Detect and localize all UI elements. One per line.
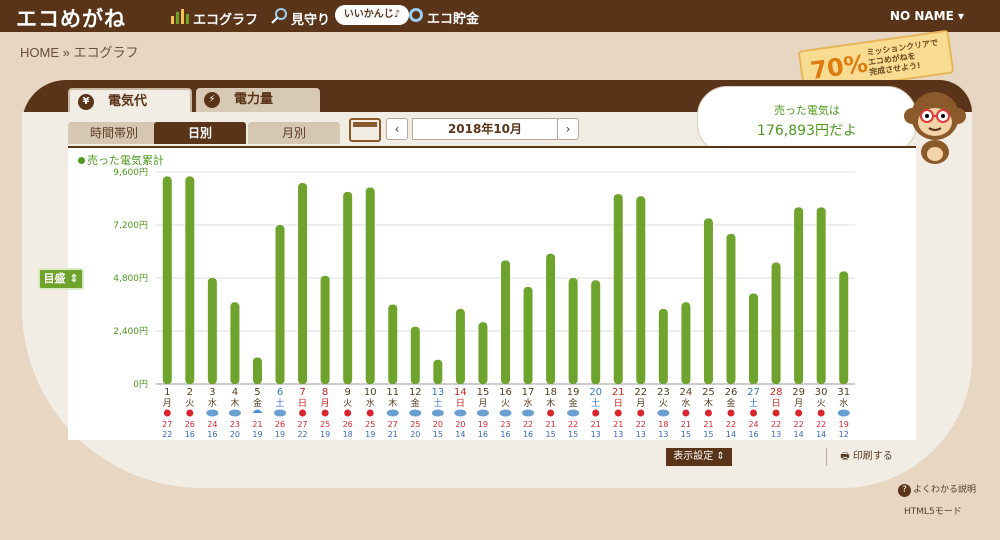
nav-eco-graph[interactable]: エコグラフ <box>170 7 258 29</box>
chart-legend: 売った電気累計 <box>78 152 164 168</box>
help-link[interactable]: ? よくわかる説明 <box>898 482 976 497</box>
tab-electricity-amount[interactable]: ⚡ 電力量 <box>196 88 320 112</box>
printer-icon: 🖶 <box>840 451 853 462</box>
app-logo[interactable]: エコめがね <box>16 3 126 33</box>
scale-button[interactable]: 目盛 ⇕ <box>38 268 84 290</box>
tab-label: 電力量 <box>234 92 274 107</box>
next-month-button[interactable]: › <box>557 118 579 140</box>
bar-chart-icon <box>170 7 190 29</box>
status-pill: いいかんじ♪ <box>335 5 409 25</box>
mission-message: ミッションクリアで エコめがねを 完成させよう! <box>866 38 941 78</box>
subtab-daily[interactable]: 日別 <box>154 122 246 144</box>
legend-dot <box>78 157 85 164</box>
lightning-icon: ⚡ <box>204 91 220 108</box>
nav-label: 見守り <box>291 12 331 28</box>
balloon-total: 176,893円だよ <box>757 123 857 139</box>
tab-label: 電気代 <box>108 94 148 109</box>
legend-label: 売った電気累計 <box>87 154 164 167</box>
subtab-monthly[interactable]: 月別 <box>248 122 340 144</box>
nav-watch[interactable]: 見守り <box>270 7 330 29</box>
html5-mode-link[interactable]: HTML5モード <box>904 504 962 517</box>
chart-area <box>68 146 916 440</box>
display-settings-button[interactable]: 表示設定 ⇕ <box>666 448 732 466</box>
question-icon: ? <box>898 484 911 497</box>
coin-icon <box>408 7 424 27</box>
subtab-hourly[interactable]: 時間帯別 <box>68 122 160 144</box>
yen-icon: ¥ <box>78 93 94 110</box>
prev-month-button[interactable]: ‹ <box>386 118 408 140</box>
print-label: 印刷する <box>852 451 893 462</box>
balloon-line1: 売った電気は <box>774 104 840 117</box>
speech-balloon: 売った電気は 176,893円だよ <box>697 86 917 154</box>
nav-label: エコグラフ <box>193 12 259 28</box>
month-label: 2018年10月 <box>412 118 558 140</box>
breadcrumb[interactable]: HOME » エコグラフ <box>20 42 138 61</box>
top-bar: エコめがね エコグラフ 見守り いいかんじ♪ エコ貯金 NO NAME ▾ <box>0 0 1000 32</box>
nav-eco-savings[interactable]: エコ貯金 <box>408 7 479 27</box>
calendar-icon[interactable] <box>349 118 381 142</box>
print-button[interactable]: 🖶 印刷する <box>826 448 906 466</box>
help-label: よくわかる説明 <box>913 485 977 495</box>
nav-label: エコ貯金 <box>427 11 480 27</box>
user-menu[interactable]: NO NAME ▾ <box>890 9 964 23</box>
tab-electricity-cost[interactable]: ¥ 電気代 <box>68 88 192 112</box>
magnifier-icon <box>270 7 288 29</box>
